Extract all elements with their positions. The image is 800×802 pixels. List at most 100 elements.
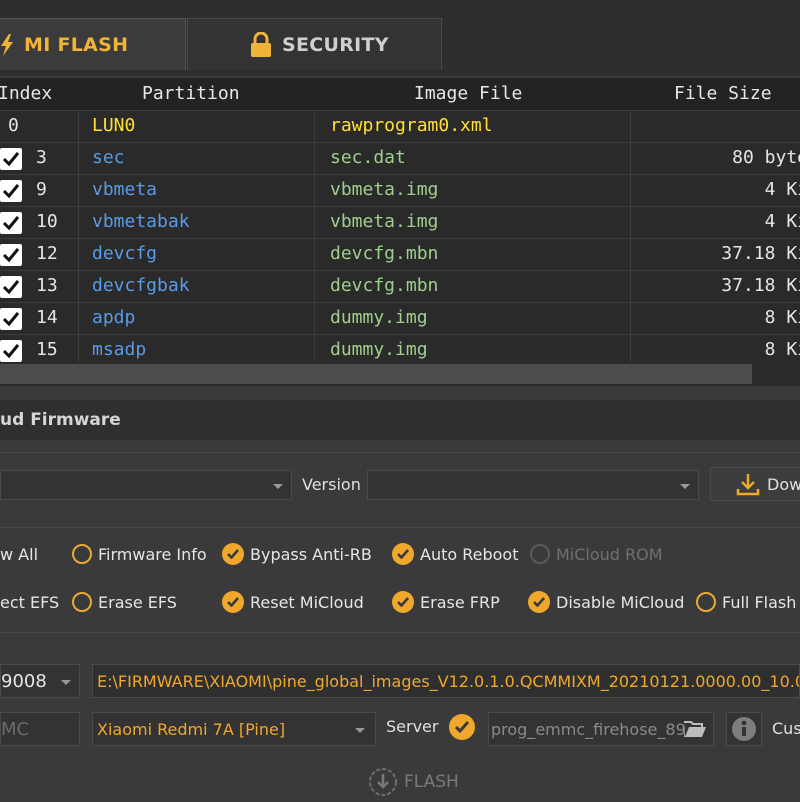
column-divider xyxy=(314,111,315,143)
option-bypass-anti-rb[interactable]: Bypass Anti-RB xyxy=(222,541,372,567)
row-checkbox[interactable] xyxy=(0,244,22,266)
column-divider xyxy=(314,143,315,175)
scrollbar-thumb[interactable] xyxy=(0,364,752,384)
cell-image-file: sec.dat xyxy=(330,147,406,168)
cell-file-size: 37.18 Ki xyxy=(721,275,800,296)
row-checkbox[interactable] xyxy=(0,148,22,170)
cell-index: 9 xyxy=(36,179,47,200)
firmware-model-select[interactable] xyxy=(0,470,292,500)
option-w-all[interactable]: w All xyxy=(0,541,38,567)
table-row[interactable]: 0 LUN0 rawprogram0.xml xyxy=(0,110,800,143)
column-divider xyxy=(630,303,631,335)
divider xyxy=(0,452,800,453)
flash-button[interactable]: FLASH xyxy=(368,766,459,798)
cell-file-size: 4 Ki xyxy=(764,211,800,232)
column-divider xyxy=(78,303,79,335)
option-firmware-info[interactable]: Firmware Info xyxy=(72,541,207,567)
cell-index: 10 xyxy=(36,211,58,232)
option-auto-reboot[interactable]: Auto Reboot xyxy=(392,541,518,567)
loader-file-field[interactable]: prog_emmc_firehose_89 xyxy=(488,712,714,746)
option-label: Disable MiCloud xyxy=(556,592,685,612)
column-divider xyxy=(630,239,631,271)
cell-partition: devcfgbak xyxy=(92,275,190,296)
device-value: Xiaomi Redmi 7A [Pine] xyxy=(97,720,286,739)
firmware-path-value: E:\FIRMWARE\XIAOMI\pine_global_images_V1… xyxy=(97,672,800,691)
column-divider xyxy=(630,175,631,207)
cell-index: 14 xyxy=(36,307,58,328)
row-checkbox[interactable] xyxy=(0,276,22,298)
column-divider xyxy=(78,239,79,271)
option-full-flash[interactable]: Full Flash xyxy=(696,589,796,615)
tab-security[interactable]: SECURITY xyxy=(187,18,442,70)
option-disable-micloud[interactable]: Disable MiCloud xyxy=(528,589,684,615)
download-label: Dow xyxy=(767,474,800,494)
download-button[interactable]: Dow xyxy=(710,467,800,501)
info-button[interactable] xyxy=(726,712,762,746)
option-erase-frp[interactable]: Erase FRP xyxy=(392,589,500,615)
checked-circle-icon xyxy=(222,591,244,613)
chevron-down-icon xyxy=(355,728,365,733)
table-row[interactable]: 13 devcfgbak devcfg.mbn 37.18 Ki xyxy=(0,270,800,303)
table-row[interactable]: 14 apdp dummy.img 8 Ki xyxy=(0,302,800,335)
option-label: Firmware Info xyxy=(98,544,207,564)
device-select[interactable]: Xiaomi Redmi 7A [Pine] xyxy=(92,712,376,746)
column-divider xyxy=(314,175,315,207)
folder-open-icon[interactable] xyxy=(683,719,707,743)
checked-circle-icon xyxy=(392,591,414,613)
storage-select[interactable]: MC xyxy=(0,712,80,746)
cell-partition: apdp xyxy=(92,307,136,328)
option-label: Erase EFS xyxy=(98,592,177,612)
port-select[interactable]: 9008 xyxy=(0,664,80,698)
column-header-index[interactable]: Index xyxy=(0,83,52,104)
info-icon xyxy=(731,716,757,742)
column-header-file-size[interactable]: File Size xyxy=(674,83,772,104)
table-row[interactable]: 3 sec sec.dat 80 byte xyxy=(0,142,800,175)
column-divider xyxy=(78,335,79,362)
option-label: Bypass Anti-RB xyxy=(250,544,372,564)
row-checkbox[interactable] xyxy=(0,308,22,330)
row-checkbox[interactable] xyxy=(0,212,22,234)
version-select[interactable] xyxy=(367,470,699,500)
column-divider xyxy=(314,271,315,303)
divider xyxy=(0,527,800,528)
table-row[interactable]: 10 vbmetabak vbmeta.img 4 Ki xyxy=(0,206,800,239)
cell-file-size: 80 byte xyxy=(732,147,800,168)
cell-image-file: devcfg.mbn xyxy=(330,275,439,296)
option-reset-micloud[interactable]: Reset MiCloud xyxy=(222,589,364,615)
custom-label: Cus xyxy=(772,719,800,738)
cell-partition: sec xyxy=(92,147,125,168)
cell-image-file: devcfg.mbn xyxy=(330,243,439,264)
cell-file-size: 8 Ki xyxy=(764,307,800,328)
table-row[interactable]: 9 vbmeta vbmeta.img 4 Ki xyxy=(0,174,800,207)
option-ect-efs[interactable]: ect EFS xyxy=(0,589,59,615)
checked-circle-icon xyxy=(222,543,244,565)
cell-partition: vbmetabak xyxy=(92,211,190,232)
table-row[interactable]: 15 msadp dummy.img 8 Ki xyxy=(0,334,800,362)
cell-partition: msadp xyxy=(92,339,147,360)
option-label: Auto Reboot xyxy=(420,544,519,564)
column-divider xyxy=(314,239,315,271)
firmware-path-field[interactable]: E:\FIRMWARE\XIAOMI\pine_global_images_V1… xyxy=(92,664,800,698)
cell-file-size: 4 Ki xyxy=(764,179,800,200)
cell-index: 12 xyxy=(36,243,58,264)
column-header-image-file[interactable]: Image File xyxy=(414,83,522,104)
cell-partition: devcfg xyxy=(92,243,158,264)
row-checkbox[interactable] xyxy=(0,340,22,362)
row-checkbox[interactable] xyxy=(0,180,22,202)
column-divider xyxy=(314,207,315,239)
server-check-icon[interactable] xyxy=(449,714,475,740)
cell-file-size: 37.18 Ki xyxy=(721,243,800,264)
column-divider xyxy=(78,143,79,175)
column-divider xyxy=(78,111,79,143)
table-row[interactable]: 12 devcfg devcfg.mbn 37.18 Ki xyxy=(0,238,800,271)
column-divider xyxy=(78,207,79,239)
checked-circle-icon xyxy=(528,591,550,613)
tab-mi-flash[interactable]: MI FLASH xyxy=(0,18,186,70)
column-header-partition[interactable]: Partition xyxy=(142,83,240,104)
cell-index: 3 xyxy=(36,147,47,168)
version-label: Version xyxy=(302,475,361,494)
option-label: w All xyxy=(0,544,39,564)
option-erase-efs[interactable]: Erase EFS xyxy=(72,589,177,615)
column-divider xyxy=(630,207,631,239)
column-divider xyxy=(314,303,315,335)
